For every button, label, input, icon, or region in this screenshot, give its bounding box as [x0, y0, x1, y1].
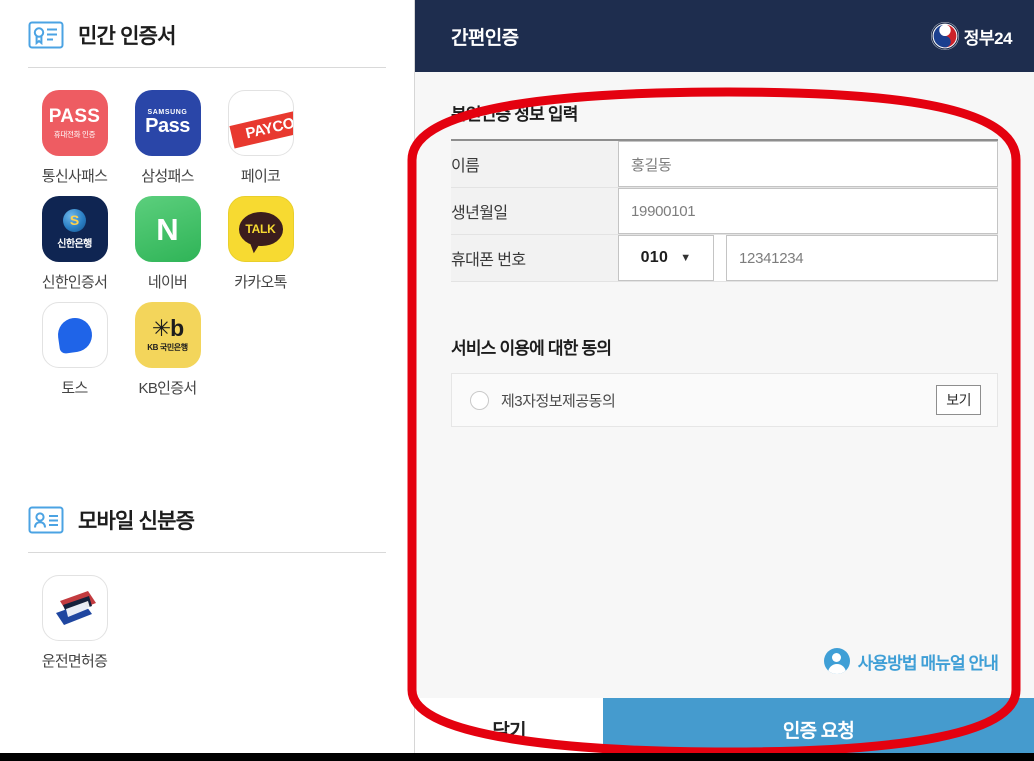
- app-root: 민간 인증서 PASS 휴대전화 인증 통신사패스 SAMSUNG Pass 삼…: [0, 0, 1034, 761]
- identity-form-table: 이름 홍길동 생년월일 19900101 휴대폰 번호 010 ▼ 123412…: [451, 139, 998, 282]
- auth-panel: 간편인증 정부24 본인인증 정보 입력 이름 홍길동 생년월일 1990010…: [415, 0, 1034, 761]
- carrier-prefix-value: 010: [640, 249, 669, 266]
- section-title-mobile-id: 모바일 신분증: [78, 510, 195, 533]
- section-header-private-cert: 민간 인증서: [28, 0, 386, 50]
- close-button[interactable]: 닫기: [415, 698, 603, 761]
- sidebar-item-naver[interactable]: N 네이버: [121, 196, 214, 292]
- payco-icon: PAYCO: [227, 90, 294, 156]
- phone-number-input[interactable]: 12341234: [726, 235, 998, 281]
- samsung-pass-icon: SAMSUNG Pass: [134, 90, 201, 156]
- kb-icon: ✳b KB 국민은행: [134, 302, 201, 368]
- section-divider-1: [28, 67, 386, 68]
- shinhan-globe-icon: S: [63, 208, 86, 232]
- kakao-logo-text: TALK: [245, 222, 276, 236]
- naver-label: 네이버: [147, 274, 188, 291]
- id-card-icon: [28, 505, 64, 535]
- toss-label: 토스: [61, 380, 88, 397]
- shinhan-icon: S 신한은행: [41, 196, 108, 262]
- request-auth-button[interactable]: 인증 요청: [603, 698, 1034, 761]
- gov24-brand: 정부24: [930, 22, 1013, 50]
- drivers-license-label: 운전면허증: [41, 653, 108, 670]
- panel-header: 간편인증 정부24: [415, 0, 1034, 72]
- consent-radio[interactable]: [470, 390, 489, 410]
- kb-star-symbol: ✳b: [151, 315, 184, 341]
- kakaotalk-label: 카카오톡: [234, 274, 287, 291]
- mobile-id-section: 모바일 신분증 운전면허증: [28, 505, 386, 681]
- payco-banner: PAYCO: [228, 108, 294, 149]
- samsung-pass-label: 삼성패스: [141, 168, 194, 185]
- mobile-id-grid: 운전면허증: [28, 575, 386, 681]
- manual-guide-link[interactable]: 사용방법 매뉴얼 안내: [823, 648, 999, 674]
- sidebar-item-telecom-pass[interactable]: PASS 휴대전화 인증 통신사패스: [28, 90, 121, 186]
- label-birthdate: 생년월일: [451, 187, 618, 235]
- payco-logo-text: PAYCO: [243, 114, 294, 143]
- sidebar-item-shinhan-cert[interactable]: S 신한은행 신한인증서: [28, 196, 121, 292]
- private-cert-grid: PASS 휴대전화 인증 통신사패스 SAMSUNG Pass 삼성패스 PAY…: [28, 90, 386, 408]
- bottom-black-strip: [0, 753, 1034, 761]
- kb-cert-label: KB인증서: [138, 380, 198, 397]
- kakao-bubble-icon: TALK: [238, 212, 283, 246]
- sidebar-item-payco[interactable]: PAYCO 페이코: [214, 90, 307, 186]
- kakaotalk-icon: TALK: [227, 196, 294, 262]
- samsung-logo-text: Pass: [145, 115, 190, 137]
- section-title-private-cert: 민간 인증서: [78, 25, 176, 48]
- telecom-pass-label: 통신사패스: [41, 168, 108, 185]
- certificate-icon: [28, 20, 64, 50]
- panel-title: 간편인증: [451, 27, 519, 49]
- table-row-birthdate: 생년월일 19900101: [451, 187, 998, 235]
- chevron-down-icon: ▼: [680, 252, 692, 264]
- consent-row: 제3자정보제공동의 보기: [451, 373, 998, 427]
- label-name: 이름: [451, 140, 618, 188]
- sidebar-item-samsung-pass[interactable]: SAMSUNG Pass 삼성패스: [121, 90, 214, 186]
- section-header-mobile-id: 모바일 신분증: [28, 505, 386, 535]
- pass-logo-sub: 휴대전화 인증: [53, 129, 96, 139]
- shinhan-logo-text: 신한은행: [57, 238, 92, 250]
- name-input[interactable]: 홍길동: [618, 141, 998, 187]
- telecom-pass-icon: PASS 휴대전화 인증: [41, 90, 108, 156]
- user-avatar-icon: [823, 648, 850, 674]
- sidebar: 민간 인증서 PASS 휴대전화 인증 통신사패스 SAMSUNG Pass 삼…: [0, 0, 415, 761]
- naver-icon: N: [134, 196, 201, 262]
- sidebar-item-toss[interactable]: 토스: [28, 302, 121, 398]
- table-row-name: 이름 홍길동: [451, 140, 998, 188]
- taegeuk-icon: [930, 22, 959, 50]
- consent-label: 제3자정보제공동의: [501, 392, 616, 410]
- birthdate-input[interactable]: 19900101: [618, 188, 998, 234]
- table-row-phone: 휴대폰 번호 010 ▼ 12341234: [451, 234, 998, 282]
- panel-body: 본인인증 정보 입력 이름 홍길동 생년월일 19900101 휴대폰 번호 0…: [415, 72, 1034, 427]
- shinhan-cert-label: 신한인증서: [41, 274, 108, 291]
- toss-icon: [41, 302, 108, 368]
- consent-section-title: 서비스 이용에 대한 동의: [451, 339, 612, 358]
- manual-guide-text: 사용방법 매뉴얼 안내: [857, 653, 999, 673]
- section-divider-2: [28, 552, 386, 553]
- panel-footer: 닫기 인증 요청: [415, 698, 1034, 761]
- label-phone: 휴대폰 번호: [451, 234, 618, 282]
- form-section-title: 본인인증 정보 입력: [451, 105, 578, 124]
- carrier-prefix-select[interactable]: 010 ▼: [618, 235, 714, 281]
- payco-label: 페이코: [240, 168, 281, 185]
- pass-logo-text: PASS: [48, 105, 101, 127]
- naver-logo-text: N: [156, 211, 179, 247]
- kb-logo-sub: KB 국민은행: [147, 343, 188, 352]
- gov24-brand-text: 정부24: [963, 28, 1013, 48]
- consent-view-button[interactable]: 보기: [936, 385, 981, 415]
- sidebar-item-drivers-license[interactable]: 운전면허증: [28, 575, 121, 671]
- drivers-license-icon: [41, 575, 108, 641]
- sidebar-item-kakaotalk[interactable]: TALK 카카오톡: [214, 196, 307, 292]
- phone-field-group: 010 ▼ 12341234: [618, 235, 998, 281]
- toss-drop-shape: [55, 315, 94, 355]
- sidebar-item-kb-cert[interactable]: ✳b KB 국민은행 KB인증서: [121, 302, 214, 398]
